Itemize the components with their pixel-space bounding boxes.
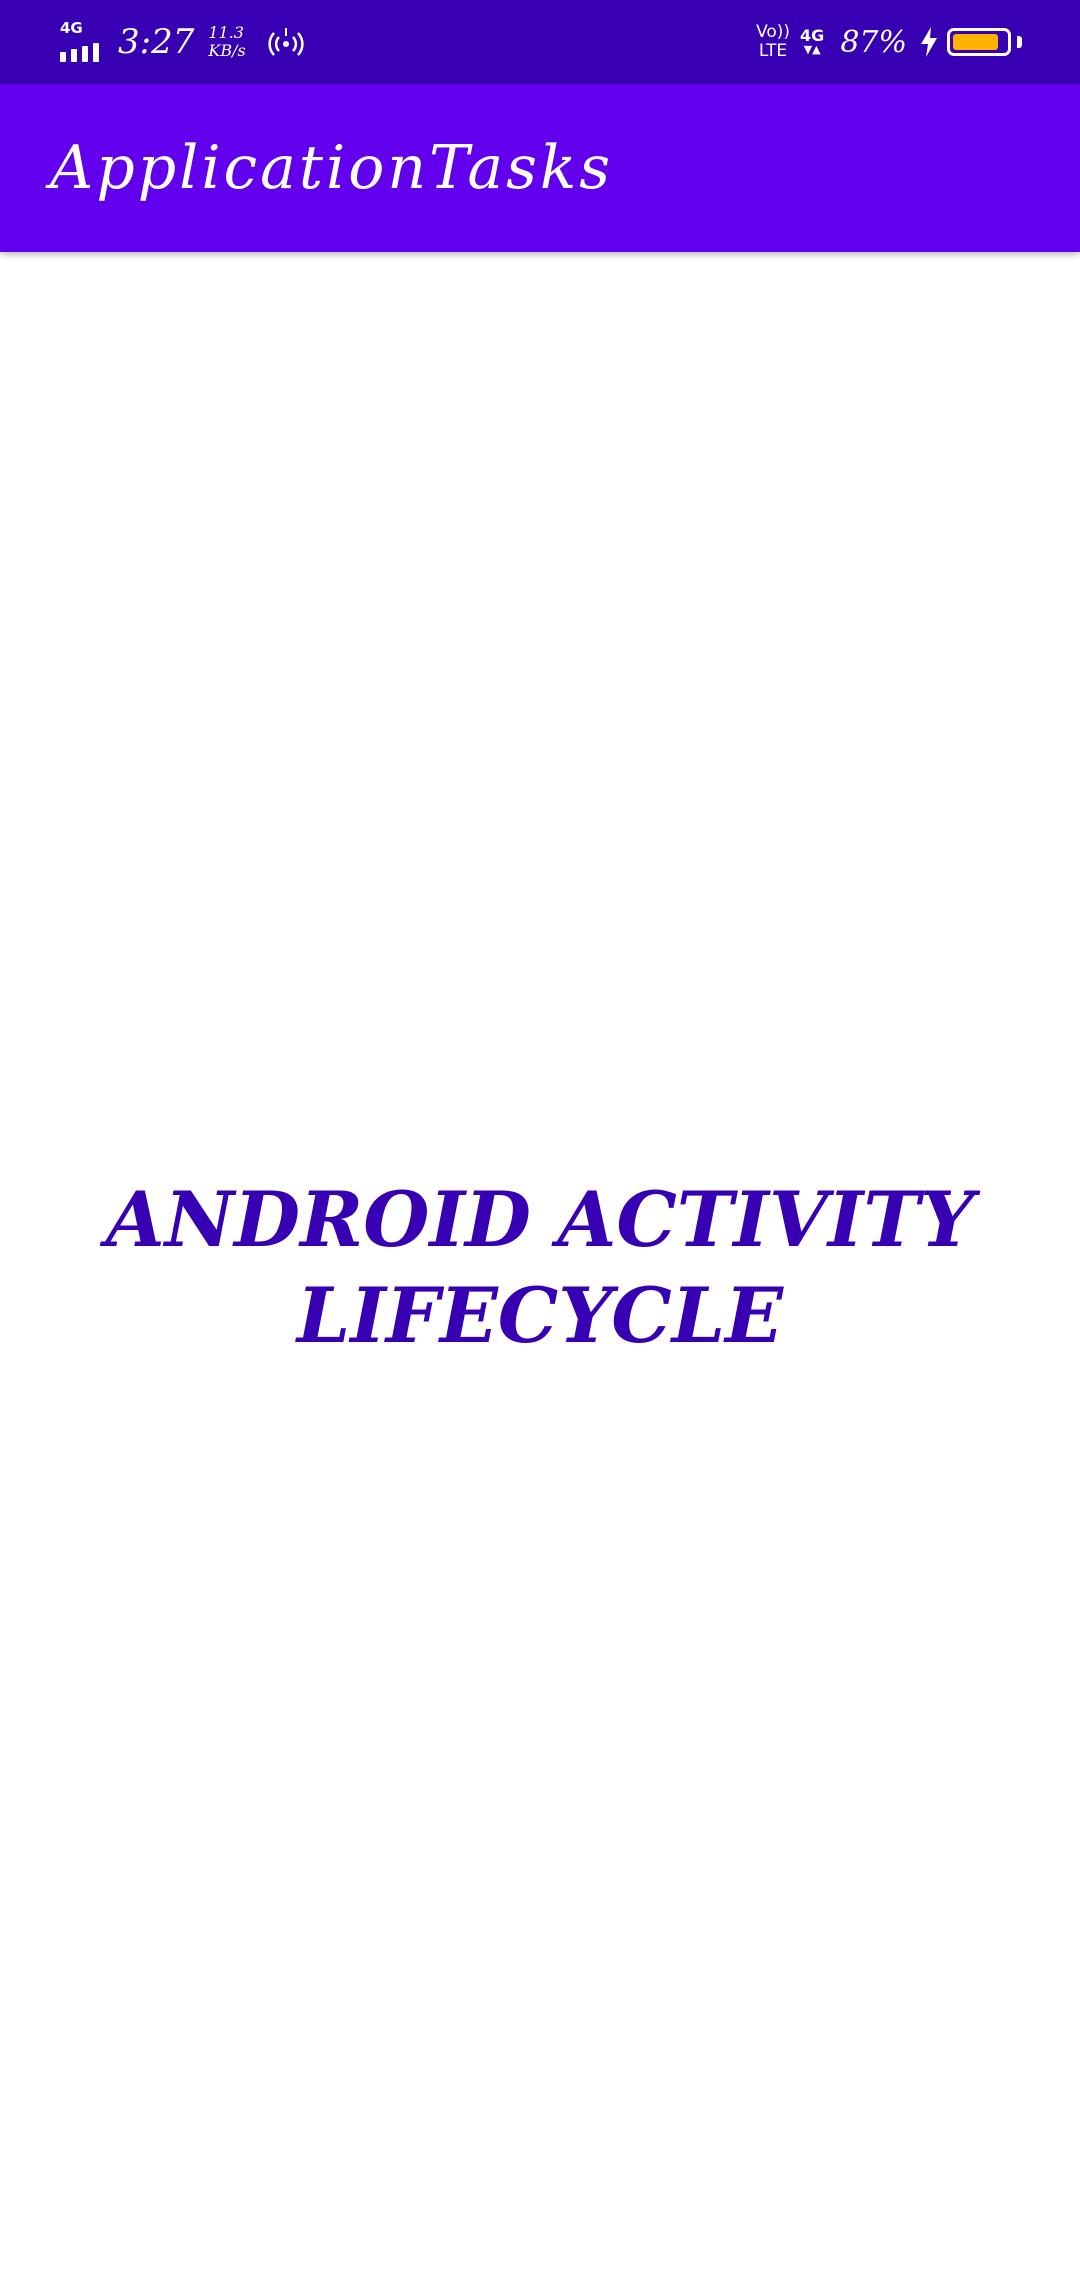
network-type-label: 4G [60, 19, 83, 37]
signal-bar [93, 43, 99, 62]
status-bar: 4G 3:27 11.3 KB/s Vo)) LTE 4G ▼▲ 87% [0, 0, 1080, 84]
data-network-indicator: 4G ▼▲ [800, 28, 824, 56]
app-title: ApplicationTasks [50, 133, 614, 203]
lifecycle-heading-line1: ANDROID ACTIVITY [105, 1175, 975, 1264]
battery-tip [1017, 36, 1022, 48]
battery-icon [947, 28, 1011, 56]
volte-bottom-label: LTE [758, 41, 788, 61]
main-content: ANDROID ACTIVITY LIFECYCLE [0, 252, 1080, 2280]
network-speed-value: 11.3 [208, 23, 244, 42]
signal-bars [60, 43, 99, 62]
volte-indicator: Vo)) LTE [756, 23, 790, 61]
network-speed-unit: KB/s [208, 41, 246, 60]
app-bar: ApplicationTasks [0, 84, 1080, 252]
lifecycle-heading: ANDROID ACTIVITY LIFECYCLE [0, 1172, 1080, 1364]
status-bar-right: Vo)) LTE 4G ▼▲ 87% [756, 0, 1022, 84]
battery-level-fill [953, 34, 998, 50]
signal-strength-icon: 4G [58, 20, 104, 64]
battery-percent: 87% [840, 24, 907, 60]
signal-bar [82, 46, 88, 62]
signal-bar [71, 49, 77, 62]
signal-bar [60, 52, 66, 62]
lifecycle-heading-line2: LIFECYCLE [296, 1271, 784, 1360]
app-screen: 4G 3:27 11.3 KB/s Vo)) LTE 4G ▼▲ 87% App… [0, 0, 1080, 2280]
status-bar-left: 4G 3:27 11.3 KB/s [58, 0, 304, 84]
hotspot-icon [268, 28, 304, 56]
status-time: 3:27 [118, 22, 195, 62]
data-activity-arrows: ▼▲ [803, 43, 821, 56]
data-network-label: 4G [800, 26, 825, 45]
volte-top-label: Vo)) [756, 22, 791, 42]
network-speed: 11.3 KB/s [208, 24, 245, 60]
bolt-icon [921, 27, 937, 57]
